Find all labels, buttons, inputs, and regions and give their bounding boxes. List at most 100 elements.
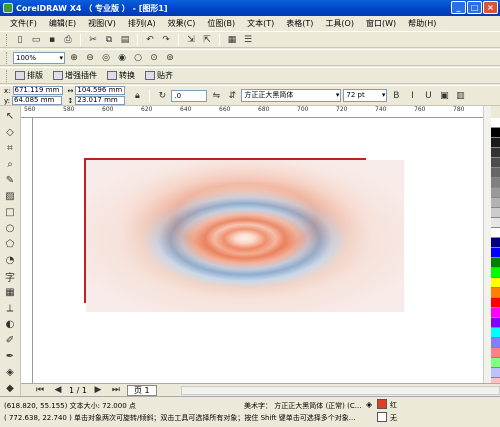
next-page-icon[interactable]: ▶ [91, 384, 105, 397]
palette-swatch[interactable] [491, 248, 500, 258]
menu-edit[interactable]: 编辑(E) [43, 18, 82, 29]
polygon-tool-icon[interactable]: ⬠ [2, 236, 18, 252]
palette-swatch[interactable] [491, 198, 500, 208]
palette-swatch[interactable] [491, 278, 500, 288]
vertical-scrollbar[interactable] [483, 106, 491, 383]
palette-swatch[interactable] [491, 328, 500, 338]
plugin-button[interactable]: 增强插件 [51, 70, 103, 81]
font-size-select[interactable]: 72 pt [343, 89, 388, 102]
palette-swatch[interactable] [491, 128, 500, 138]
menu-bitmaps[interactable]: 位图(B) [201, 18, 241, 29]
page-tab[interactable]: 页 1 [126, 384, 157, 396]
rectangle-tool-icon[interactable]: □ [2, 204, 18, 220]
interactive-fill-icon[interactable]: ◆ [2, 380, 18, 396]
undo-icon[interactable]: ↶ [143, 33, 157, 46]
height-field[interactable]: 23.017 mm [75, 96, 126, 105]
vertical-ruler[interactable] [21, 118, 33, 383]
redo-icon[interactable]: ↷ [159, 33, 173, 46]
open-icon[interactable]: ▭ [29, 33, 43, 46]
underline-icon[interactable]: U [421, 89, 435, 102]
radial-blur-bitmap[interactable] [86, 160, 404, 312]
zoom-all-icon[interactable]: ◉ [115, 51, 129, 64]
horizontal-ruler[interactable]: 560 580 600 620 640 660 680 700 720 740 … [21, 106, 483, 118]
palette-swatch[interactable] [491, 218, 500, 228]
palette-swatch[interactable] [491, 338, 500, 348]
y-position-field[interactable]: 64.085 mm [12, 96, 62, 105]
convert-button[interactable]: 转换 [105, 70, 141, 81]
menu-help[interactable]: 帮助(H) [402, 18, 442, 29]
zoom-selected-icon[interactable]: ◎ [99, 51, 113, 64]
menu-effects[interactable]: 效果(C) [162, 18, 202, 29]
menu-view[interactable]: 视图(V) [82, 18, 122, 29]
paste-icon[interactable]: ▤ [118, 33, 132, 46]
print-icon[interactable]: ⎙ [61, 33, 75, 46]
outline-color-swatch[interactable] [377, 412, 387, 422]
palette-swatch[interactable] [491, 268, 500, 278]
copy-icon[interactable]: ⧉ [102, 33, 116, 46]
palette-swatch[interactable] [491, 158, 500, 168]
prev-page-icon[interactable]: ◀ [51, 384, 65, 397]
palette-swatch[interactable] [491, 118, 500, 128]
menu-table[interactable]: 表格(T) [280, 18, 319, 29]
text-tool-icon[interactable]: 字 [2, 268, 18, 284]
outline-tool-icon[interactable]: ✒ [2, 348, 18, 364]
zoom-level-select[interactable]: 100% [13, 51, 65, 64]
zoom-out-icon[interactable]: ⊖ [83, 51, 97, 64]
last-page-icon[interactable]: ⏭ [109, 384, 123, 397]
first-page-icon[interactable]: ⏮ [33, 384, 47, 397]
text-format-icon[interactable]: ▣ [437, 89, 451, 102]
fill-color-swatch[interactable] [377, 399, 387, 409]
palette-swatch[interactable] [491, 358, 500, 368]
palette-swatch[interactable] [491, 368, 500, 378]
palette-swatch[interactable] [491, 178, 500, 188]
zoom-in-icon[interactable]: ⊕ [67, 51, 81, 64]
bold-icon[interactable]: B [389, 89, 403, 102]
zoom-width-icon[interactable]: ⊙ [147, 51, 161, 64]
palette-swatch[interactable] [491, 318, 500, 328]
dimension-tool-icon[interactable]: ⟂ [2, 300, 18, 316]
app-launcher-icon[interactable]: ▦ [225, 33, 239, 46]
zoom-height-icon[interactable]: ⊚ [163, 51, 177, 64]
maximize-button[interactable]: □ [467, 1, 482, 14]
options-icon[interactable]: ☰ [241, 33, 255, 46]
lock-ratio-icon[interactable]: 🔒︎ [130, 89, 144, 102]
menu-arrange[interactable]: 排列(A) [122, 18, 162, 29]
menu-text[interactable]: 文本(T) [241, 18, 280, 29]
shape-tool-icon[interactable]: ◇ [2, 124, 18, 140]
typeset-button[interactable]: 排版 [13, 70, 49, 81]
horizontal-scrollbar[interactable] [180, 385, 500, 395]
crop-tool-icon[interactable]: ⌗ [2, 140, 18, 156]
close-button[interactable]: × [483, 1, 498, 14]
table-tool-icon[interactable]: ▦ [2, 284, 18, 300]
drawing-canvas[interactable] [33, 118, 483, 383]
palette-swatch[interactable] [491, 348, 500, 358]
basic-shapes-icon[interactable]: ◔ [2, 252, 18, 268]
edit-text-icon[interactable]: ▥ [453, 89, 467, 102]
width-field[interactable]: 104.596 mm [75, 86, 126, 95]
font-family-select[interactable]: 方正正大黑简体 [241, 89, 342, 102]
smart-fill-icon[interactable]: ▨ [2, 188, 18, 204]
palette-swatch[interactable] [491, 168, 500, 178]
import-icon[interactable]: ⇲ [184, 33, 198, 46]
menu-tools[interactable]: 工具(O) [319, 18, 360, 29]
x-position-field[interactable]: 671.119 mm [12, 86, 63, 95]
italic-icon[interactable]: I [405, 89, 419, 102]
freehand-tool-icon[interactable]: ✎ [2, 172, 18, 188]
palette-swatch[interactable] [491, 208, 500, 218]
cut-icon[interactable]: ✂ [86, 33, 100, 46]
palette-swatch[interactable] [491, 148, 500, 158]
palette-swatch[interactable] [491, 138, 500, 148]
palette-swatch[interactable] [491, 298, 500, 308]
palette-swatch[interactable] [491, 238, 500, 248]
palette-swatch[interactable] [491, 308, 500, 318]
fill-tool-icon[interactable]: ◈ [2, 364, 18, 380]
rotate-icon[interactable]: ↻ [155, 89, 169, 102]
zoom-tool-icon[interactable]: ⌕ [2, 156, 18, 172]
eyedropper-icon[interactable]: ✐ [2, 332, 18, 348]
interactive-blend-icon[interactable]: ◐ [2, 316, 18, 332]
palette-swatch[interactable] [491, 188, 500, 198]
new-icon[interactable]: ▯ [13, 33, 27, 46]
mirror-v-icon[interactable]: ⇵ [225, 89, 239, 102]
snap-button[interactable]: 贴齐 [143, 70, 179, 81]
palette-swatch[interactable] [491, 228, 500, 238]
